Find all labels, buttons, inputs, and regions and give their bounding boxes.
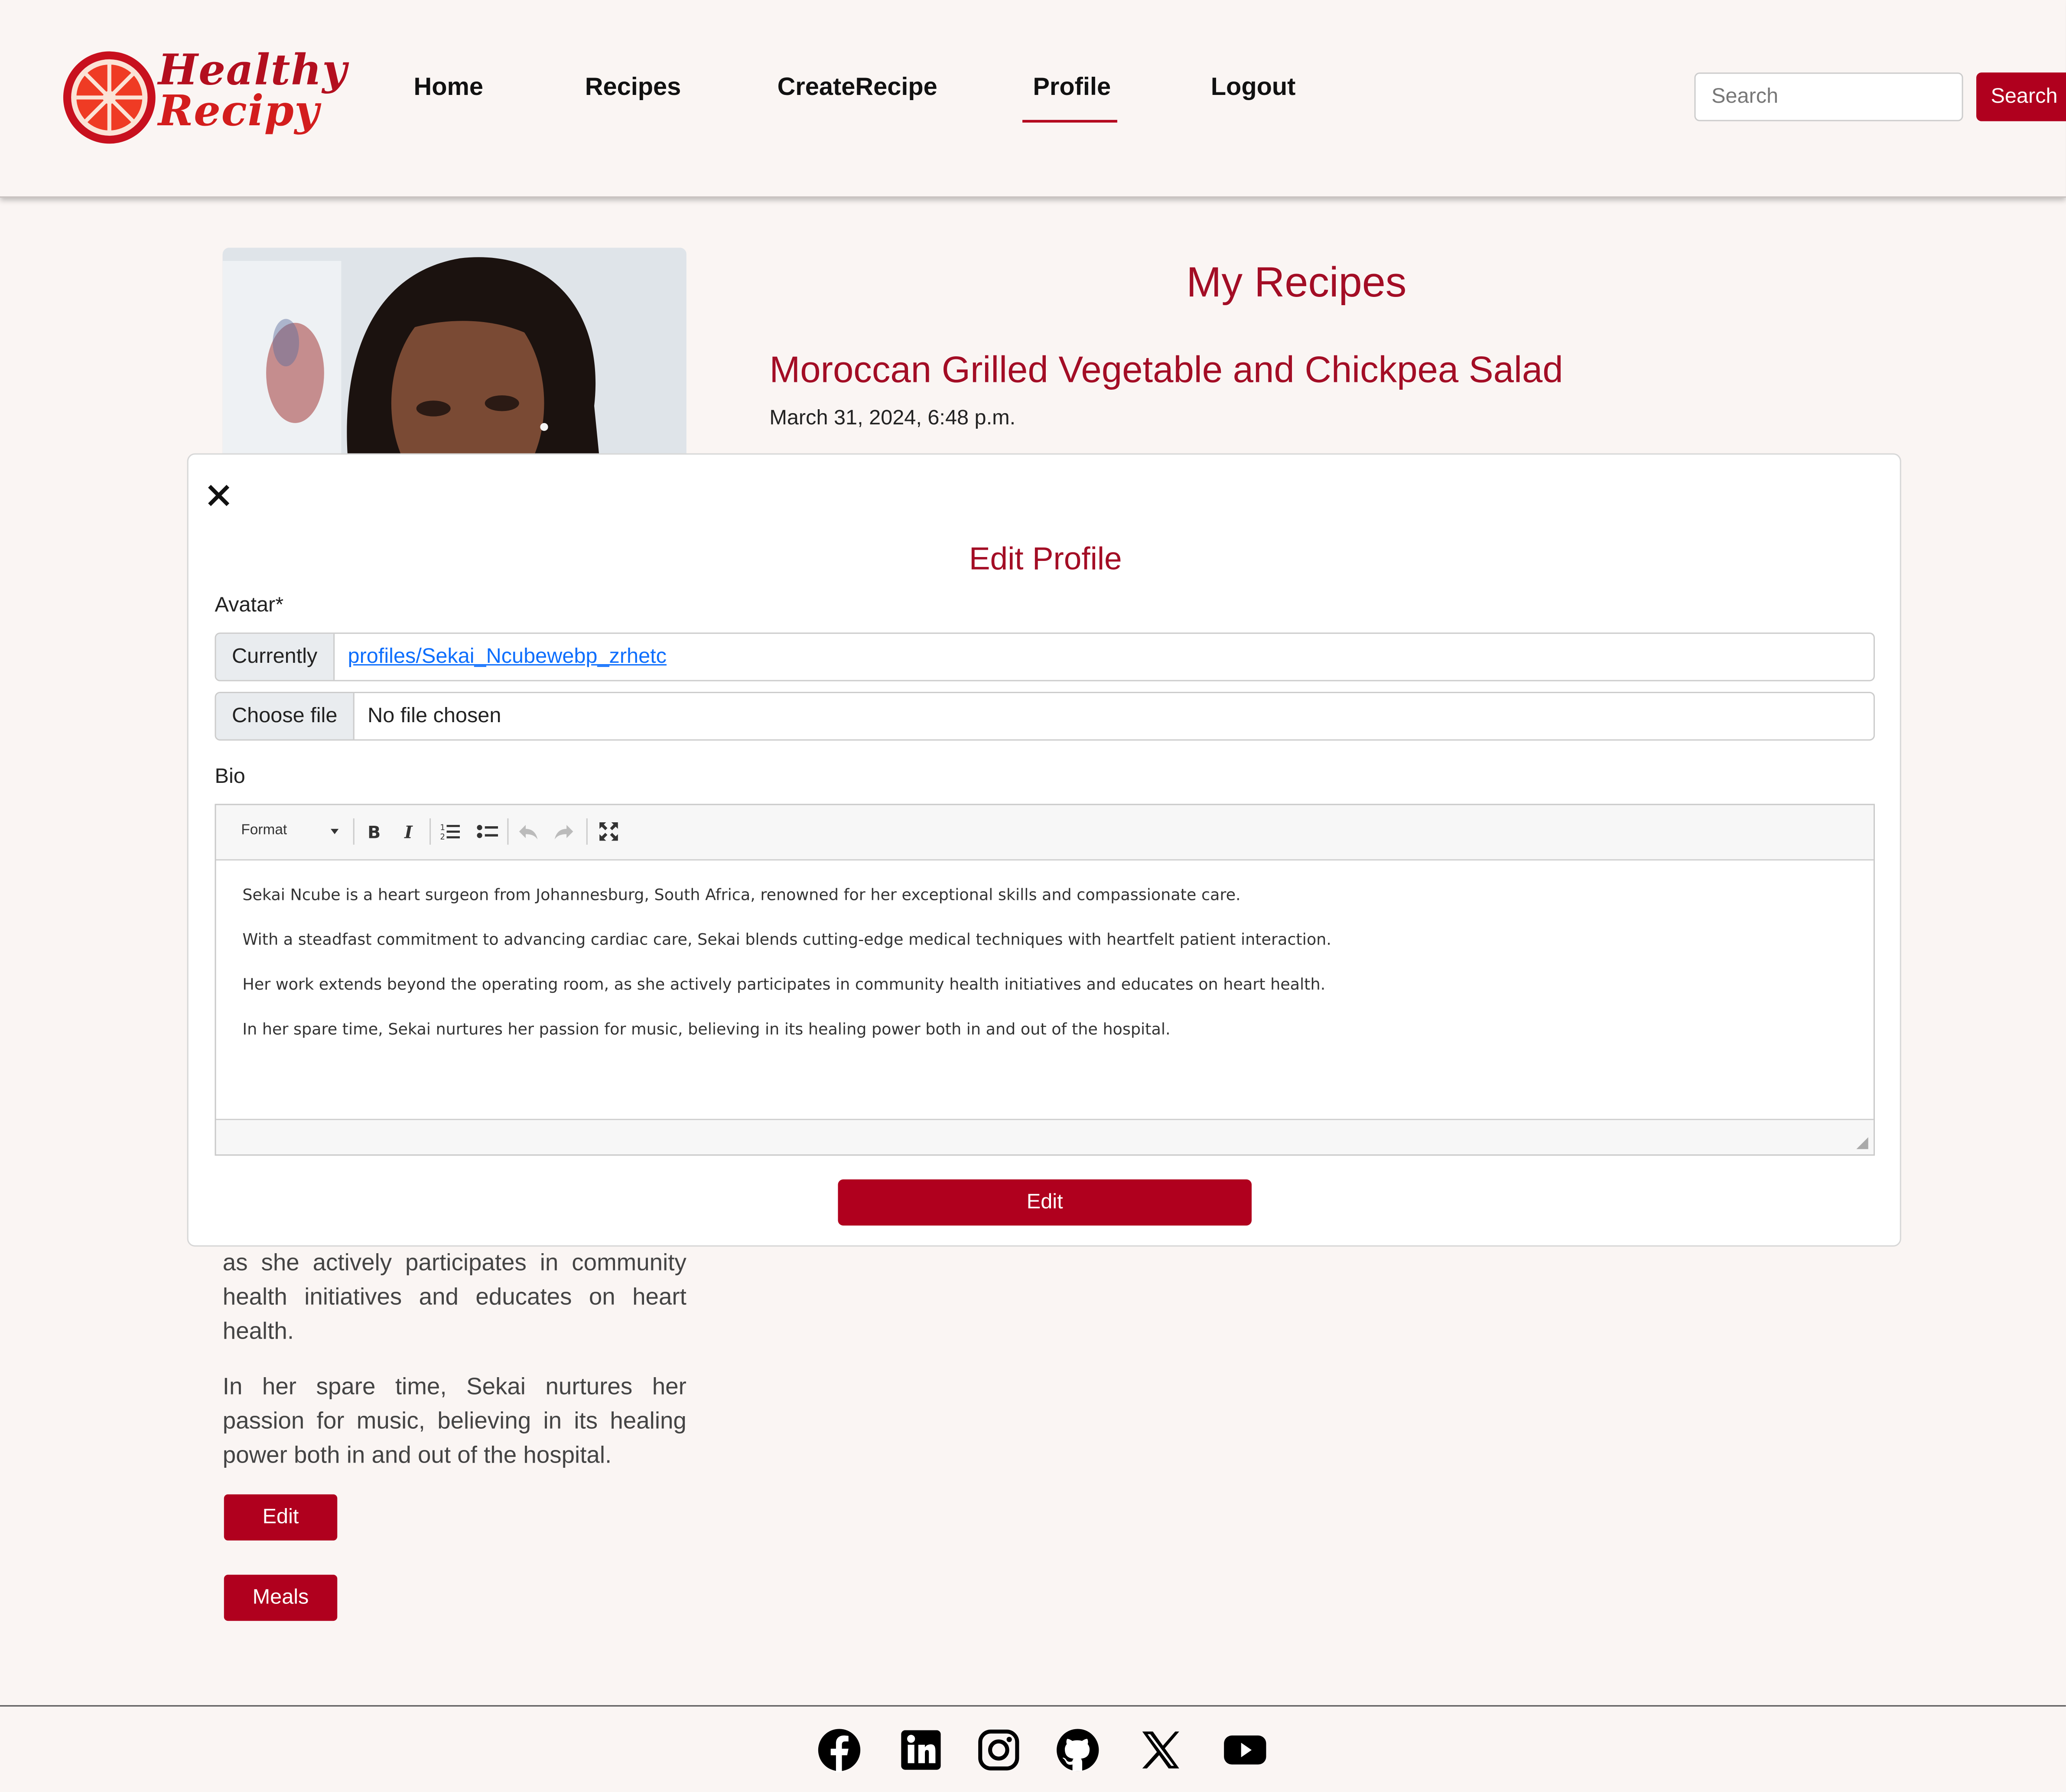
bulleted-list-icon[interactable] <box>477 821 498 842</box>
modal-title: Edit Profile <box>969 541 1122 577</box>
chevron-down-icon <box>331 829 339 834</box>
my-recipes-heading: My Recipes <box>1186 258 1407 306</box>
svg-text:1: 1 <box>440 823 445 832</box>
profile-avatar <box>222 248 686 459</box>
toolbar-separator <box>353 818 355 845</box>
resize-handle-icon[interactable] <box>1856 1137 1868 1149</box>
editor-content[interactable]: Sekai Ncube is a heart surgeon from Joha… <box>242 885 1823 1066</box>
instagram-icon[interactable] <box>976 1727 1021 1772</box>
nav-active-indicator <box>1022 120 1117 123</box>
close-icon[interactable] <box>204 481 233 510</box>
maximize-icon[interactable] <box>598 821 619 842</box>
choose-file-button[interactable]: Choose file <box>216 693 355 740</box>
logo-line-1: Healthy <box>158 45 348 95</box>
bold-icon[interactable]: B <box>364 821 385 842</box>
bio-paragraph: With a steadfast commitment to advancing… <box>242 930 1331 949</box>
logo-line-2: Recipy <box>158 85 320 136</box>
search-button[interactable]: Search <box>1976 72 2066 121</box>
submit-edit-button[interactable]: Edit <box>838 1179 1252 1226</box>
svg-text:2: 2 <box>440 832 445 841</box>
youtube-icon[interactable] <box>1223 1727 1267 1772</box>
numbered-list-icon[interactable]: 1 2 <box>440 821 461 842</box>
citrus-logo-icon <box>63 51 156 144</box>
bio-label: Bio <box>215 766 245 788</box>
site-footer <box>0 1705 2066 1792</box>
current-avatar-link-wrap: profiles/Sekai_Ncubewebp_zrhetc <box>348 634 667 680</box>
github-icon[interactable] <box>1055 1727 1100 1772</box>
avatar-photo <box>222 248 686 459</box>
nav-home[interactable]: Home <box>414 74 484 103</box>
site-logo[interactable]: Healthy Recipy <box>61 47 347 153</box>
bio-paragraph: Her work extends beyond the operating ro… <box>242 975 1326 994</box>
toolbar-separator <box>586 818 588 845</box>
svg-text:I: I <box>404 822 413 842</box>
bio-paragraph: In her spare time, Sekai nurtures her pa… <box>242 1020 1171 1039</box>
current-avatar-link[interactable]: profiles/Sekai_Ncubewebp_zrhetc <box>348 646 667 668</box>
search-input[interactable] <box>1694 72 1963 121</box>
facebook-icon[interactable] <box>817 1727 862 1772</box>
nav-profile[interactable]: Profile <box>1033 74 1111 103</box>
nav-create-recipe[interactable]: CreateRecipe <box>778 74 937 103</box>
italic-icon[interactable]: I <box>399 821 420 842</box>
current-avatar-row: Currently profiles/Sekai_Ncubewebp_zrhet… <box>215 632 1875 681</box>
bio-paragraph: Sekai Ncube is a heart surgeon from Joha… <box>242 885 1241 904</box>
toolbar-separator <box>429 818 431 845</box>
profile-bio-paragraph: In her spare time, Sekai nurtures her pa… <box>222 1373 686 1468</box>
bio-rich-text-editor: Format B I 1 2 Sekai Ncube is a heart su… <box>215 804 1875 1156</box>
redo-icon[interactable] <box>553 821 575 842</box>
editor-toolbar: Format B I 1 2 <box>216 805 1874 861</box>
file-input[interactable]: Choose file No file chosen <box>215 692 1875 741</box>
currently-label: Currently <box>216 634 335 680</box>
nav-logout[interactable]: Logout <box>1211 74 1296 103</box>
linkedin-icon[interactable] <box>898 1727 943 1772</box>
x-icon[interactable] <box>1139 1727 1183 1772</box>
profile-edit-button[interactable]: Edit <box>224 1494 338 1541</box>
site-header: Healthy Recipy Home Recipes CreateRecipe… <box>0 0 2066 198</box>
svg-text:B: B <box>368 822 381 842</box>
format-dropdown[interactable]: Format <box>241 822 287 838</box>
page: Healthy Recipy Home Recipes CreateRecipe… <box>0 0 2066 1792</box>
edit-profile-modal: Edit Profile Avatar* Currently profiles/… <box>187 453 1901 1247</box>
file-status: No file chosen <box>368 705 501 728</box>
toolbar-separator <box>507 818 509 845</box>
recipe-date: March 31, 2024, 6:48 p.m. <box>769 407 1016 430</box>
editor-statusbar <box>216 1118 1874 1155</box>
avatar-label: Avatar* <box>215 594 284 617</box>
logo-wordmark: Healthy Recipy <box>158 45 348 136</box>
meals-button[interactable]: Meals <box>224 1574 338 1621</box>
undo-icon[interactable] <box>518 821 539 842</box>
nav-recipes[interactable]: Recipes <box>585 74 681 103</box>
recipe-title-link[interactable]: Moroccan Grilled Vegetable and Chickpea … <box>769 349 1563 391</box>
profile-bio-paragraph: as she actively participates in communit… <box>222 1249 686 1344</box>
